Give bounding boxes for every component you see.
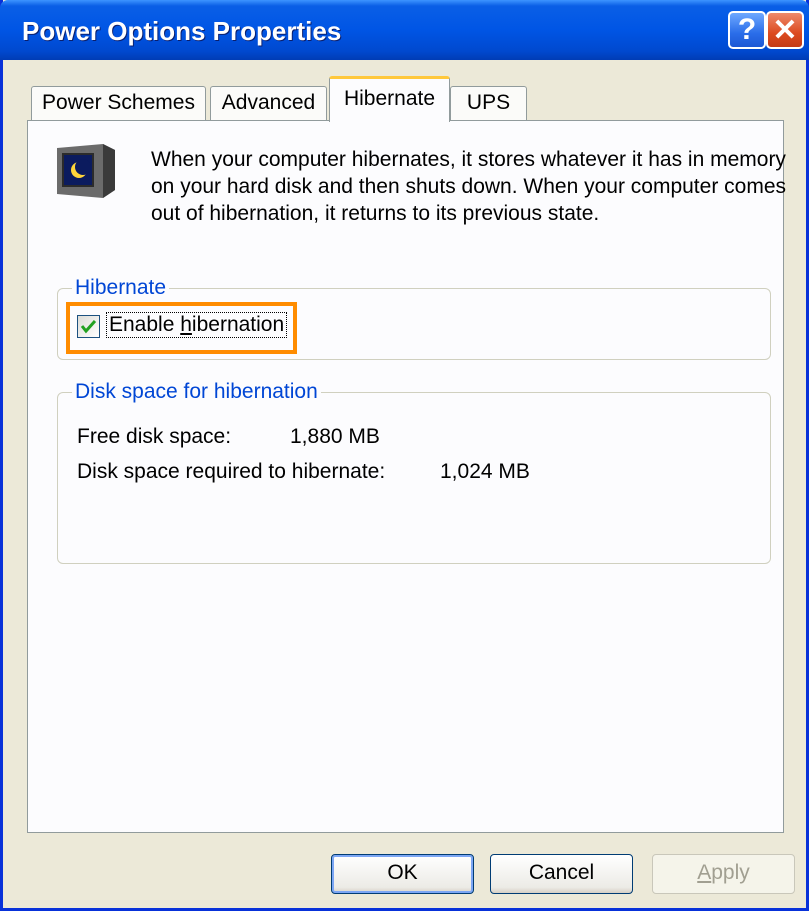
hibernate-description: When your computer hibernates, it stores…: [151, 148, 787, 225]
free-disk-space-value: 1,880 MB: [290, 425, 380, 448]
cancel-button[interactable]: Cancel: [490, 854, 633, 894]
monitor-moon-icon: [53, 140, 123, 200]
label-accelerator: h: [180, 313, 192, 336]
hibernate-group-label: Hibernate: [72, 276, 170, 300]
tab-power-schemes[interactable]: Power Schemes: [31, 86, 206, 121]
tab-hibernate[interactable]: Hibernate: [329, 76, 450, 122]
label-prefix: Enable: [109, 313, 181, 336]
checkmark-icon: [80, 319, 97, 334]
label-suffix: ibernation: [191, 313, 285, 336]
close-icon[interactable]: ✕: [766, 11, 804, 49]
apply-label-rest: pply: [711, 861, 750, 884]
required-space-label: Disk space required to hibernate:: [77, 460, 386, 483]
required-space-value: 1,024 MB: [440, 460, 530, 483]
enable-hibernation-label[interactable]: Enable hibernation: [105, 312, 288, 338]
free-disk-space-label: Free disk space:: [77, 425, 232, 448]
tab-advanced[interactable]: Advanced: [210, 86, 327, 121]
title-bar[interactable]: Power Options Properties ? ✕: [0, 0, 809, 60]
enable-hibernation-checkbox[interactable]: [77, 315, 100, 338]
ok-button[interactable]: OK: [331, 854, 474, 894]
disk-space-group-label: Disk space for hibernation: [72, 380, 321, 404]
apply-button[interactable]: Apply: [652, 854, 795, 894]
apply-accelerator: A: [697, 861, 712, 884]
tab-ups[interactable]: UPS: [450, 86, 527, 121]
window-title: Power Options Properties: [22, 16, 342, 46]
help-icon[interactable]: ?: [728, 11, 766, 49]
